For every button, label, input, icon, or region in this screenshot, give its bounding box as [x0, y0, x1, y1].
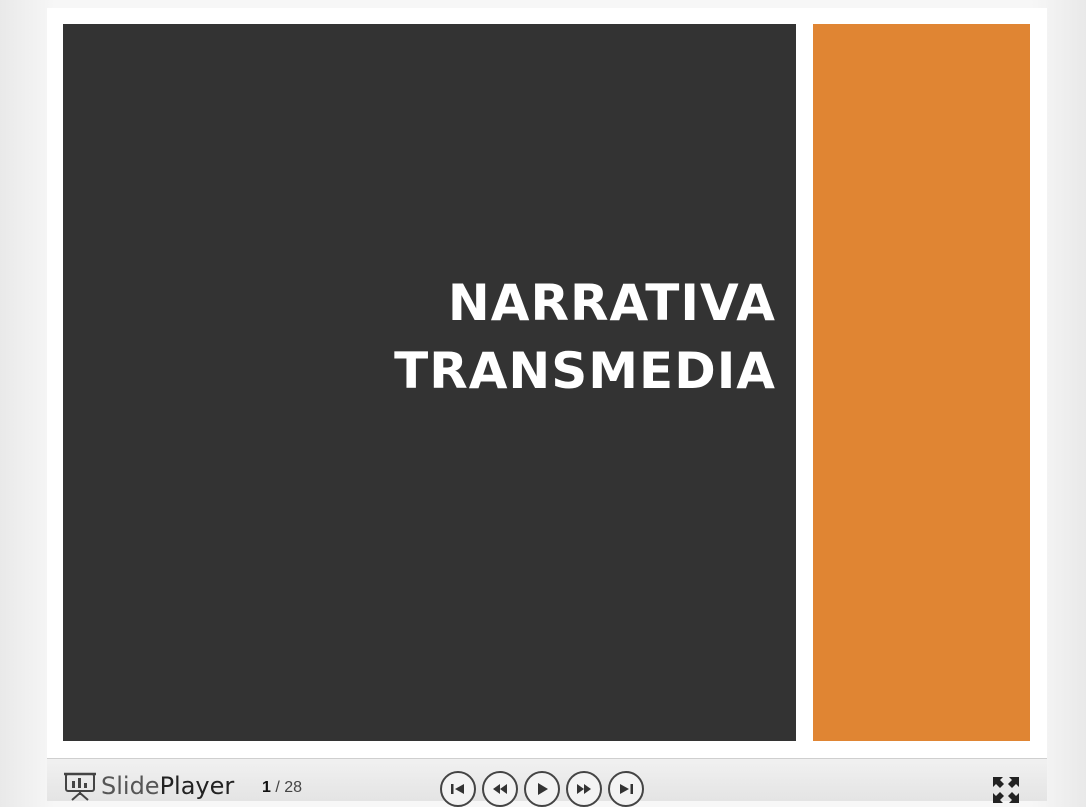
slide-accent-panel: [813, 24, 1030, 741]
player-bar: SlidePlayer 1 / 28: [47, 758, 1047, 807]
slide-title: NARRATIVA TRANSMEDIA: [394, 269, 776, 405]
page-separator: /: [270, 779, 285, 796]
slide-dark-panel: NARRATIVA TRANSMEDIA: [63, 24, 796, 741]
first-slide-icon: [451, 784, 464, 794]
slide-title-line2: TRANSMEDIA: [394, 342, 776, 400]
slideplayer-logo[interactable]: SlidePlayer: [63, 771, 234, 803]
last-slide-icon: [620, 784, 633, 794]
slide-title-line1: NARRATIVA: [447, 274, 776, 332]
slide-frame: NARRATIVA TRANSMEDIA: [47, 8, 1047, 758]
previous-slide-icon: [493, 784, 507, 794]
next-slide-button[interactable]: [566, 771, 602, 807]
next-slide-icon: [577, 784, 591, 794]
total-pages: 28: [284, 779, 303, 796]
play-icon: [538, 783, 548, 795]
previous-slide-button[interactable]: [482, 771, 518, 807]
brand-name-part2: Player: [159, 772, 235, 800]
brand-name: SlidePlayer: [101, 771, 234, 801]
last-slide-button[interactable]: [608, 771, 644, 807]
page-counter: 1 / 28: [262, 779, 302, 797]
first-slide-button[interactable]: [440, 771, 476, 807]
playback-controls: [440, 771, 644, 807]
play-button[interactable]: [524, 771, 560, 807]
presentation-board-icon: [64, 772, 96, 801]
current-page: 1: [262, 779, 271, 796]
brand-name-part1: Slide: [101, 772, 160, 800]
